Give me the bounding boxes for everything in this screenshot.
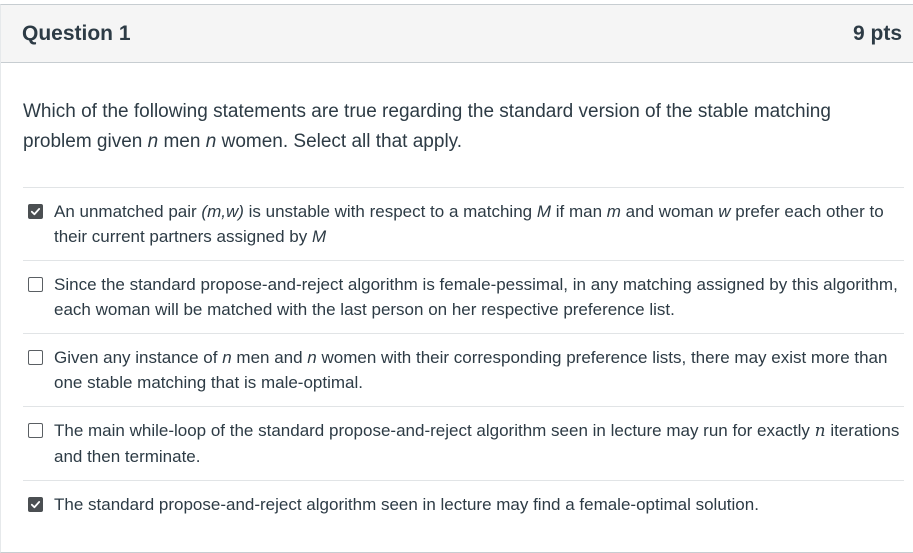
- prompt-text: men: [158, 131, 206, 152]
- answer-option[interactable]: An unmatched pair (m,w) is unstable with…: [23, 187, 904, 260]
- question-prompt: Which of the following statements are tr…: [23, 97, 893, 157]
- quiz-question-card: Question 1 9 pts Which of the following …: [0, 4, 913, 553]
- answer-math-var: (m,w): [201, 202, 244, 221]
- answer-text-segment: The standard propose-and-reject algorith…: [54, 495, 759, 514]
- answer-text-segment: men and: [231, 348, 308, 367]
- prompt-var-n: n: [147, 131, 159, 152]
- checkmark-icon: [30, 208, 41, 216]
- checkbox-unchecked[interactable]: [28, 423, 43, 438]
- question-header: Question 1 9 pts: [1, 5, 913, 63]
- checkbox-unchecked[interactable]: [28, 277, 43, 292]
- answer-text: The standard propose-and-reject algorith…: [54, 492, 759, 517]
- checkbox-unchecked[interactable]: [28, 350, 43, 365]
- answer-option[interactable]: Given any instance of n men and n women …: [23, 333, 904, 406]
- answer-text-segment: if man: [551, 202, 607, 221]
- answer-text-segment: Since the standard propose-and-reject al…: [54, 275, 898, 319]
- prompt-text: women. Select all that apply.: [216, 131, 463, 152]
- checkbox-checked[interactable]: [28, 204, 43, 219]
- answer-option[interactable]: The standard propose-and-reject algorith…: [23, 480, 904, 528]
- answer-text: An unmatched pair (m,w) is unstable with…: [54, 199, 904, 249]
- question-title: Question 1: [22, 21, 131, 45]
- answer-text: Given any instance of n men and n women …: [54, 345, 904, 395]
- answer-text: Since the standard propose-and-reject al…: [54, 272, 904, 322]
- answer-math-var: n: [222, 348, 232, 367]
- answer-text-segment: The main while-loop of the standard prop…: [54, 421, 815, 440]
- answer-list: An unmatched pair (m,w) is unstable with…: [23, 187, 904, 528]
- answer-text: The main while-loop of the standard prop…: [54, 418, 904, 469]
- answer-text-segment: An unmatched pair: [54, 202, 202, 221]
- answer-text-segment: Given any instance of: [54, 348, 223, 367]
- question-points: 9 pts: [852, 21, 902, 45]
- answer-option[interactable]: Since the standard propose-and-reject al…: [23, 260, 904, 333]
- answer-math-var: w: [718, 202, 731, 221]
- answer-math-var: m: [606, 202, 621, 221]
- prompt-var-n: n: [205, 131, 217, 152]
- answer-text-segment: is unstable with respect to a matching: [243, 202, 537, 221]
- checkbox-checked[interactable]: [28, 497, 43, 512]
- answer-option[interactable]: The main while-loop of the standard prop…: [23, 406, 904, 480]
- answer-math-var: M: [536, 202, 552, 221]
- answer-math-var: n: [307, 348, 317, 367]
- checkmark-icon: [30, 501, 41, 509]
- answer-math-var: M: [311, 227, 327, 246]
- answer-math-var: n: [814, 421, 826, 441]
- question-body: Which of the following statements are tr…: [1, 63, 913, 528]
- answer-text-segment: and woman: [620, 202, 719, 221]
